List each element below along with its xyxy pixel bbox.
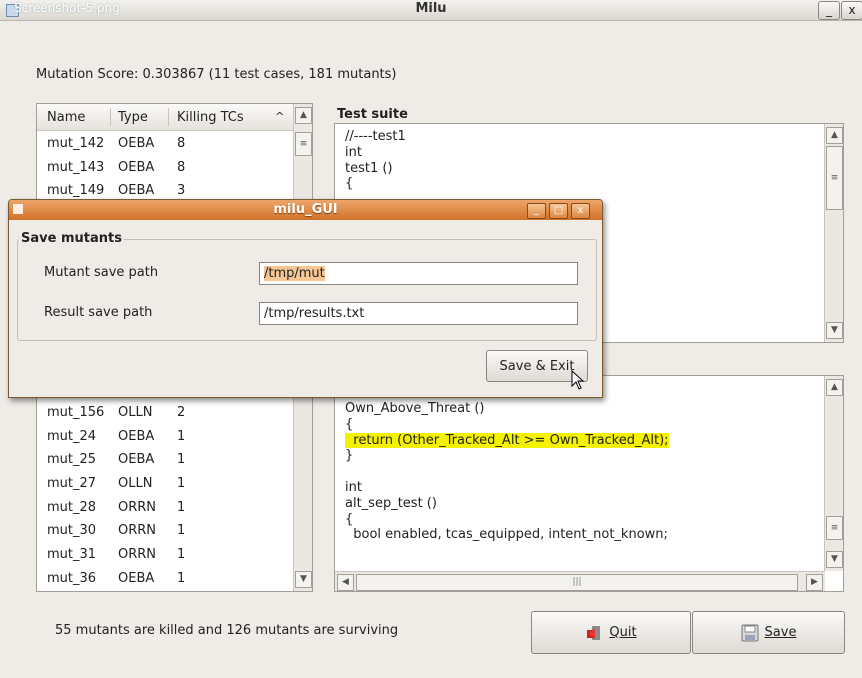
sort-up-icon[interactable]: ^ xyxy=(275,110,284,123)
table-row[interactable]: mut_143 OEBA 8 xyxy=(37,156,293,180)
table-row[interactable]: mut_24 OEBA 1 xyxy=(37,425,293,449)
source-hscrollbar[interactable]: ◀ ▶ ||| xyxy=(335,571,825,591)
column-type-header[interactable]: Type xyxy=(118,110,148,125)
minimize-button[interactable]: _ xyxy=(527,203,546,219)
table-row[interactable]: mut_25 OEBA 1 xyxy=(37,448,293,472)
column-killingtcs-header[interactable]: Killing TCs xyxy=(177,110,244,125)
save-mutants-frame xyxy=(17,239,597,341)
table-row[interactable]: mut_27 OLLN 1 xyxy=(37,472,293,496)
table-row[interactable]: mut_142 OEBA 8 xyxy=(37,132,293,156)
table-row[interactable]: mut_31 ORRN 1 xyxy=(37,543,293,567)
mutant-path-field[interactable]: /tmp/mut xyxy=(259,262,578,285)
table-row[interactable]: mut_156 OLLN 2 xyxy=(37,401,293,425)
table-row[interactable]: mut_36 OEBA 1 xyxy=(37,567,293,591)
scroll-down-icon[interactable]: ▼ xyxy=(295,571,312,588)
close-button[interactable]: x xyxy=(841,1,862,20)
list-header: Name Type Killing TCs ^ xyxy=(37,104,293,131)
hscroll-thumb[interactable]: ||| xyxy=(356,574,798,591)
scroll-thumb[interactable]: ≡ xyxy=(295,132,312,156)
mutation-score: Mutation Score: 0.303867 (11 test cases,… xyxy=(36,67,397,82)
result-path-label: Result save path xyxy=(44,305,153,320)
quit-button[interactable]: Quit xyxy=(531,611,691,654)
mutant-source-text[interactable]: Own_Above_Threat () { return (Other_Trac… xyxy=(334,375,844,592)
main-titlebar: Screenshot-5.png Milu _ x xyxy=(0,0,862,21)
floppy-icon xyxy=(741,624,759,642)
save-button[interactable]: Save xyxy=(692,611,845,654)
result-path-field[interactable]: /tmp/results.txt xyxy=(259,302,578,325)
test-suite-scrollbar[interactable]: ▲ ≡ ▼ xyxy=(824,124,843,342)
scroll-down-icon[interactable]: ▼ xyxy=(826,551,843,568)
scroll-left-icon[interactable]: ◀ xyxy=(337,574,354,591)
minimize-button[interactable]: _ xyxy=(818,1,840,20)
status-text: 55 mutants are killed and 126 mutants ar… xyxy=(55,623,399,638)
source-scrollbar[interactable]: ▲ ≡ ▼ xyxy=(824,376,843,571)
scroll-right-icon[interactable]: ▶ xyxy=(806,574,823,591)
test-suite-title: Test suite xyxy=(337,107,408,122)
frame-label: Save mutants xyxy=(19,231,124,246)
mutated-line: return (Other_Tracked_Alt >= Own_Tracked… xyxy=(345,432,669,448)
cursor-icon xyxy=(571,369,585,394)
exit-icon xyxy=(585,624,603,642)
save-dialog: milu_GUI _ □ x Save mutants Mutant save … xyxy=(8,199,603,398)
mutant-path-label: Mutant save path xyxy=(44,265,159,280)
window-title: Milu xyxy=(415,1,447,16)
scroll-up-icon[interactable]: ▲ xyxy=(295,107,312,124)
scroll-up-icon[interactable]: ▲ xyxy=(826,127,843,144)
scroll-thumb[interactable]: ≡ xyxy=(826,516,843,540)
dialog-title: milu_GUI xyxy=(273,202,338,217)
close-button[interactable]: x xyxy=(571,203,590,219)
column-name-header[interactable]: Name xyxy=(47,110,85,125)
table-row[interactable]: mut_30 ORRN 1 xyxy=(37,519,293,543)
scroll-down-icon[interactable]: ▼ xyxy=(826,322,843,339)
scroll-up-icon[interactable]: ▲ xyxy=(826,379,843,396)
scroll-thumb[interactable]: ≡ xyxy=(826,146,843,210)
table-row[interactable]: mut_28 ORRN 1 xyxy=(37,496,293,520)
maximize-button[interactable]: □ xyxy=(549,203,568,219)
dialog-titlebar: milu_GUI _ □ x xyxy=(9,200,602,220)
